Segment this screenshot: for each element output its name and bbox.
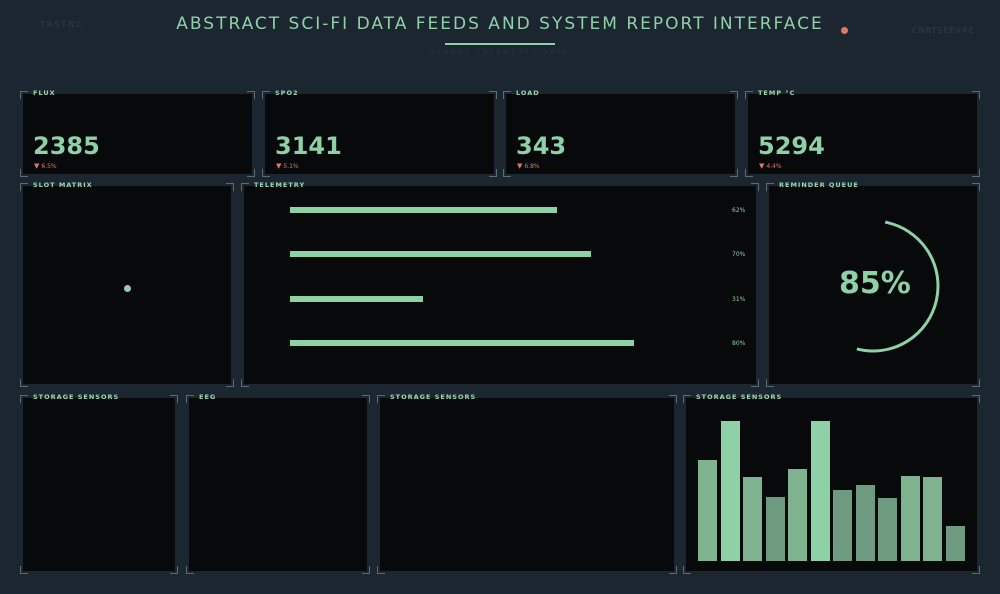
status-indicator-dot <box>841 27 848 34</box>
chart-bar <box>810 421 830 561</box>
reminder-queue-panel[interactable]: REMINDER QUEUE 85% <box>766 181 980 387</box>
chart-bar <box>720 421 740 561</box>
chart-bar <box>923 477 942 561</box>
kpi-delta-value: 4.4% <box>766 163 782 170</box>
telemetry-bar <box>290 340 634 346</box>
panel-label: EEG <box>199 393 217 401</box>
down-triangle-icon: ▼ <box>276 162 282 170</box>
telemetry-bar <box>290 296 424 302</box>
telemetry-bar-label: 80% <box>732 340 746 347</box>
chart-bar <box>833 489 852 561</box>
telemetry-bar <box>290 251 591 257</box>
down-triangle-icon: ▼ <box>34 162 40 170</box>
kpi-card-spo2[interactable]: SPO2 3141 ▼ 5.1% <box>262 89 497 177</box>
kpi-value: 343 <box>516 132 567 160</box>
kpi-card-flux[interactable]: FLUX 2385 ▼ 6.5% <box>20 89 255 177</box>
eeg-panel[interactable]: EEG <box>186 393 370 574</box>
kpi-delta: ▼ 6.8% <box>517 162 540 170</box>
chart-bar <box>878 498 897 561</box>
kpi-value: 2385 <box>33 132 100 160</box>
telemetry-bar-label: 31% <box>732 296 746 303</box>
panel-label: SLOT MATRIX <box>33 181 93 189</box>
slot-matrix-panel[interactable]: SLOT MATRIX <box>20 181 234 387</box>
telemetry-bar-label: 70% <box>732 251 746 258</box>
header-right-tag: CNRTSEEVRE <box>912 26 975 35</box>
down-triangle-icon: ▼ <box>517 162 523 170</box>
kpi-delta: ▼ 5.1% <box>276 162 299 170</box>
kpi-delta: ▼ 6.5% <box>34 162 57 170</box>
telemetry-bar <box>290 207 557 213</box>
chart-bar <box>855 485 875 561</box>
telemetry-panel[interactable]: TELEMETRY 62% 70% 31% 80% <box>241 181 759 387</box>
kpi-delta-value: 5.1% <box>283 163 299 170</box>
chart-bar <box>743 477 762 561</box>
chart-bar <box>765 496 785 561</box>
kpi-value: 3141 <box>275 132 342 160</box>
down-triangle-icon: ▼ <box>759 162 765 170</box>
kpi-label: TEMP °C <box>758 89 796 97</box>
kpi-delta: ▼ 4.4% <box>759 162 782 170</box>
kpi-value: 5294 <box>758 132 825 160</box>
storage-sensors-panel-1[interactable]: STORAGE SENSORS <box>20 393 178 574</box>
kpi-label: FLUX <box>33 89 56 97</box>
kpi-label: LOAD <box>516 89 540 97</box>
panel-label: TELEMETRY <box>254 181 306 189</box>
telemetry-bar-label: 62% <box>732 207 746 214</box>
chart-bar <box>788 468 807 561</box>
slot-marker-dot <box>124 285 131 292</box>
kpi-label: SPO2 <box>275 89 299 97</box>
kpi-delta-value: 6.5% <box>41 163 57 170</box>
title-underline <box>445 43 555 45</box>
chart-bar <box>698 460 717 561</box>
panel-label: STORAGE SENSORS <box>390 393 477 401</box>
progress-ring-value: 85% <box>839 266 911 301</box>
page-title: ABSTRACT SCI-FI DATA FEEDS AND SYSTEM RE… <box>176 14 824 34</box>
storage-sensors-chart-panel[interactable]: STORAGE SENSORS <box>683 393 980 574</box>
chart-bar <box>900 475 920 561</box>
kpi-card-load[interactable]: LOAD 343 ▼ 6.8% <box>503 89 738 177</box>
storage-bar-chart <box>686 398 977 571</box>
kpi-delta-value: 6.8% <box>524 163 540 170</box>
storage-sensors-panel-2[interactable]: STORAGE SENSORS <box>377 393 677 574</box>
chart-bar <box>945 526 965 561</box>
kpi-card-temp[interactable]: TEMP °C 5294 ▼ 4.4% <box>745 89 980 177</box>
page-subtitle: GLOBAL TELEMETRY GRID <box>429 49 571 56</box>
panel-label: STORAGE SENSORS <box>33 393 120 401</box>
